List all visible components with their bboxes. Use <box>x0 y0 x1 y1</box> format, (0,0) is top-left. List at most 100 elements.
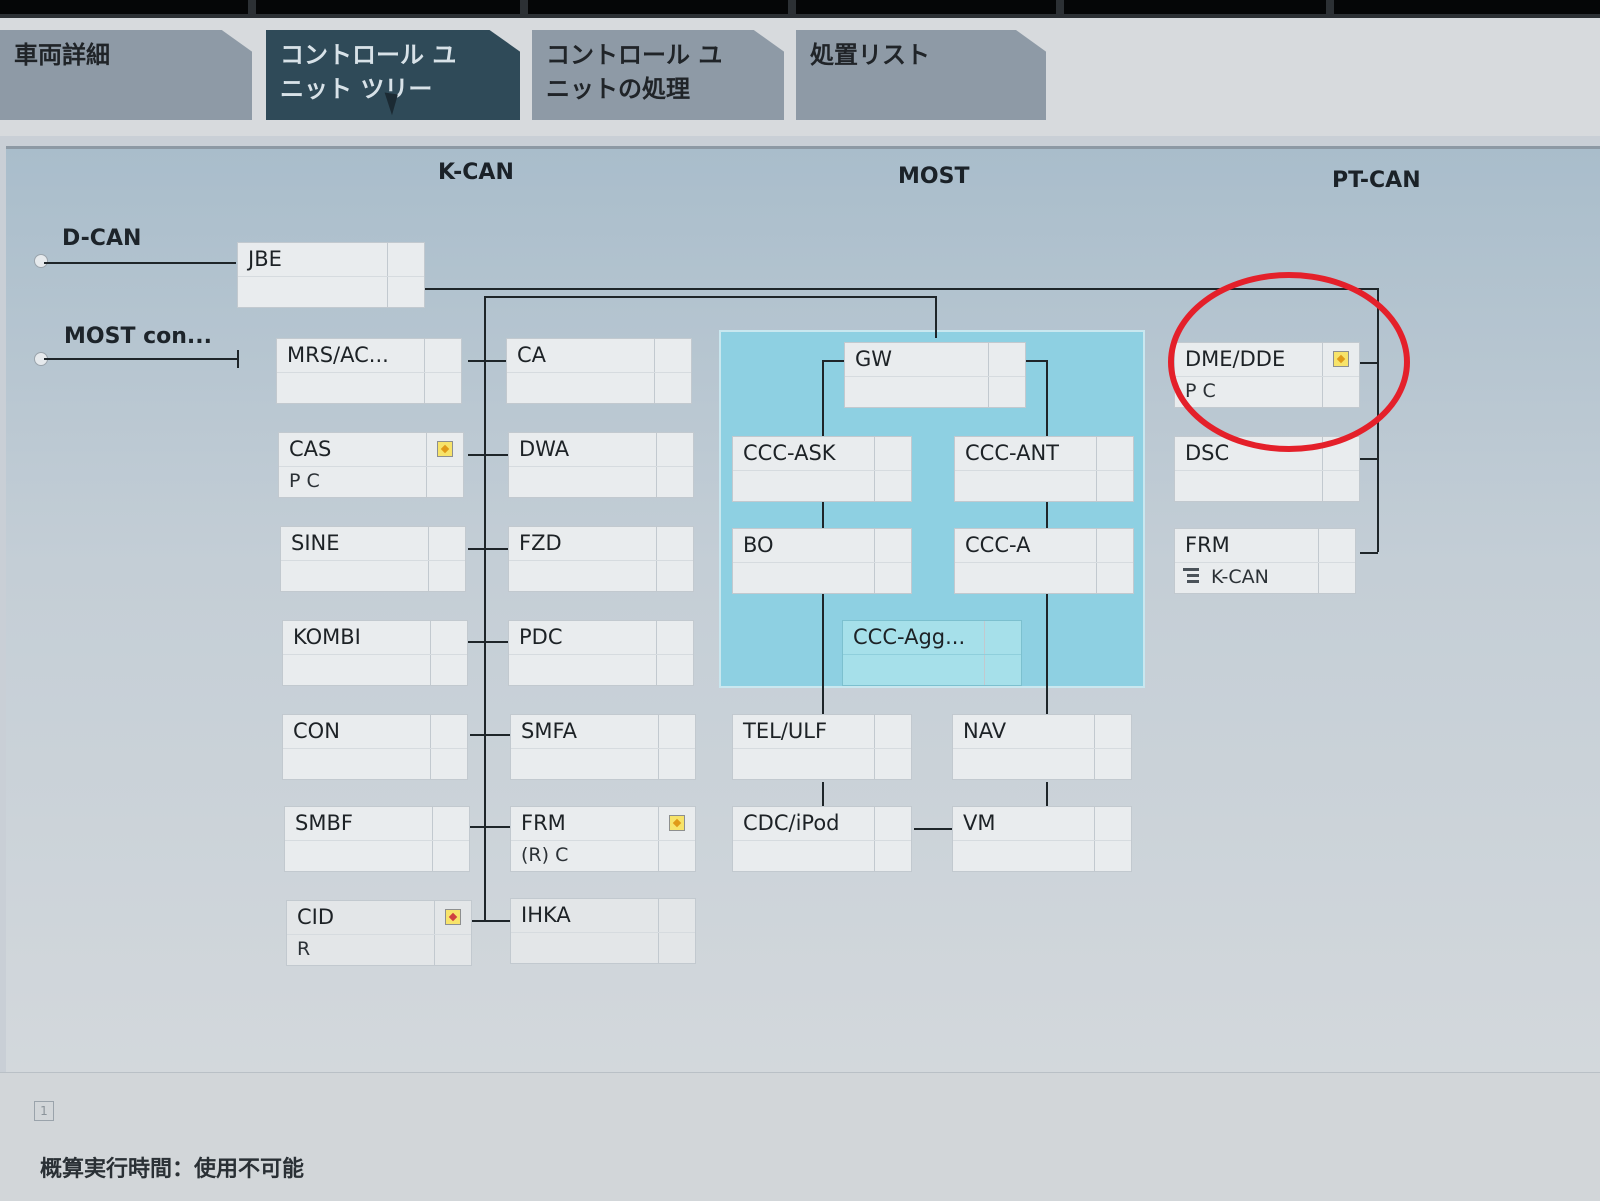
ecu-name: CCC-Agg... <box>853 625 966 649</box>
subtree-icon <box>1183 567 1199 585</box>
warning-flag-icon <box>669 815 685 831</box>
branch-line <box>470 826 510 828</box>
ecu-name: SMBF <box>295 811 353 835</box>
tab-action-list[interactable]: 処置リスト <box>796 30 1046 120</box>
branch-line <box>472 920 510 922</box>
ecu-name: CCC-ANT <box>965 441 1060 465</box>
ecu-cas[interactable]: CAS P C <box>278 432 464 498</box>
top-strip-segment <box>796 0 1056 14</box>
most-gw-drop-line <box>935 296 937 338</box>
most-con-line-end <box>237 350 239 368</box>
ecu-name: VM <box>963 811 996 835</box>
ecu-name: SMFA <box>521 719 577 743</box>
most-ring-line <box>822 360 844 362</box>
top-strip-segment <box>0 0 248 14</box>
top-strip-segment <box>1334 0 1600 14</box>
ecu-name: NAV <box>963 719 1007 743</box>
warning-flag-icon <box>437 441 453 457</box>
ecu-tel-ulf[interactable]: TEL/ULF <box>732 714 912 780</box>
top-strip-segment <box>1064 0 1326 14</box>
branch-line <box>468 360 508 362</box>
ecu-name: DWA <box>519 437 570 461</box>
ecu-name: CCC-A <box>965 533 1031 557</box>
ecu-fzd[interactable]: FZD <box>508 526 694 592</box>
ecu-cid[interactable]: CID R <box>286 900 472 966</box>
ecu-name: SINE <box>291 531 340 555</box>
top-strip-segment <box>528 0 788 14</box>
most-con-label: MOST con... <box>64 324 212 349</box>
ecu-frm[interactable]: FRM (R) C <box>510 806 696 872</box>
branch-line <box>468 641 508 643</box>
most-ring-line <box>1026 360 1048 362</box>
ecu-gw[interactable]: GW <box>844 342 1026 408</box>
kcan-top-line <box>484 296 936 298</box>
dcan-label: D-CAN <box>62 226 142 251</box>
ecu-pdc[interactable]: PDC <box>508 620 694 686</box>
branch-line <box>470 734 510 736</box>
dcan-line <box>44 262 236 264</box>
ecu-name: JBE <box>248 247 282 271</box>
ecu-status: K-CAN <box>1211 566 1269 588</box>
ecu-bo[interactable]: BO <box>732 528 912 594</box>
status-bar: 1 概算実行時間：使用不可能 <box>0 1072 1600 1201</box>
top-strip <box>0 0 1600 18</box>
estimated-runtime-text: 概算実行時間：使用不可能 <box>40 1157 305 1182</box>
ecu-name: CAS <box>289 437 332 461</box>
kcan-trunk-line <box>484 296 486 922</box>
ecu-name: CCC-ASK <box>743 441 836 465</box>
most-con-line <box>44 358 238 360</box>
ecu-smfa[interactable]: SMFA <box>510 714 696 780</box>
dcan-connector-icon <box>34 254 48 268</box>
most-ring-line <box>1046 782 1048 808</box>
ecu-mrs-ac[interactable]: MRS/AC... <box>276 338 462 404</box>
ecu-vm[interactable]: VM <box>952 806 1132 872</box>
ecu-name: BO <box>743 533 774 557</box>
error-flag-icon <box>445 909 461 925</box>
ecu-name: IHKA <box>521 903 571 927</box>
ecu-name: MRS/AC... <box>287 343 389 367</box>
ecu-name: TEL/ULF <box>743 719 828 743</box>
ecu-nav[interactable]: NAV <box>952 714 1132 780</box>
ecu-name: FRM <box>521 811 566 835</box>
ecu-ccc-a[interactable]: CCC-A <box>954 528 1134 594</box>
ecu-status: P C <box>289 470 320 492</box>
ecu-name: FRM <box>1185 533 1230 557</box>
tab-control-unit-processing[interactable]: コントロール ユ ニットの処理 <box>532 30 784 120</box>
bus-label-ptcan: PT-CAN <box>1332 168 1421 193</box>
ecu-name: CID <box>297 905 335 929</box>
highlight-circle <box>1168 272 1410 452</box>
ptcan-branch-line <box>1360 458 1378 460</box>
status-indicator: 1 <box>34 1101 54 1121</box>
tab-bar: 車両詳細 コントロール ユ ニット ツリー コントロール ユ ニットの処理 処置… <box>0 18 1600 136</box>
ecu-name: CON <box>293 719 340 743</box>
ecu-cdc-ipod[interactable]: CDC/iPod <box>732 806 912 872</box>
ecu-name: PDC <box>519 625 563 649</box>
ecu-frm-ptcan[interactable]: FRM K-CAN <box>1174 528 1356 594</box>
bus-label-kcan: K-CAN <box>438 160 514 185</box>
most-ring-line <box>822 782 824 808</box>
ecu-name: KOMBI <box>293 625 361 649</box>
ecu-ccc-agg[interactable]: CCC-Agg... <box>842 620 1022 686</box>
ecu-name: CDC/iPod <box>743 811 840 835</box>
ecu-name: GW <box>855 347 893 371</box>
top-strip-segment <box>256 0 520 14</box>
ecu-dwa[interactable]: DWA <box>508 432 694 498</box>
branch-line <box>468 548 508 550</box>
ecu-jbe[interactable]: JBE <box>237 242 425 308</box>
ecu-ccc-ask[interactable]: CCC-ASK <box>732 436 912 502</box>
ecu-name: CA <box>517 343 547 367</box>
ecu-status: R <box>297 938 311 960</box>
tab-vehicle-details[interactable]: 車両詳細 <box>0 30 252 120</box>
ecu-smbf[interactable]: SMBF <box>284 806 470 872</box>
ecu-ihka[interactable]: IHKA <box>510 898 696 964</box>
ecu-name: DSC <box>1185 441 1230 465</box>
ecu-name: FZD <box>519 531 562 555</box>
bus-label-most: MOST <box>898 164 970 189</box>
ecu-kombi[interactable]: KOMBI <box>282 620 468 686</box>
ecu-status: (R) C <box>521 844 569 866</box>
ecu-ccc-ant[interactable]: CCC-ANT <box>954 436 1134 502</box>
ecu-con[interactable]: CON <box>282 714 468 780</box>
most-ring-line <box>914 828 954 830</box>
ecu-sine[interactable]: SINE <box>280 526 466 592</box>
ecu-ca[interactable]: CA <box>506 338 692 404</box>
